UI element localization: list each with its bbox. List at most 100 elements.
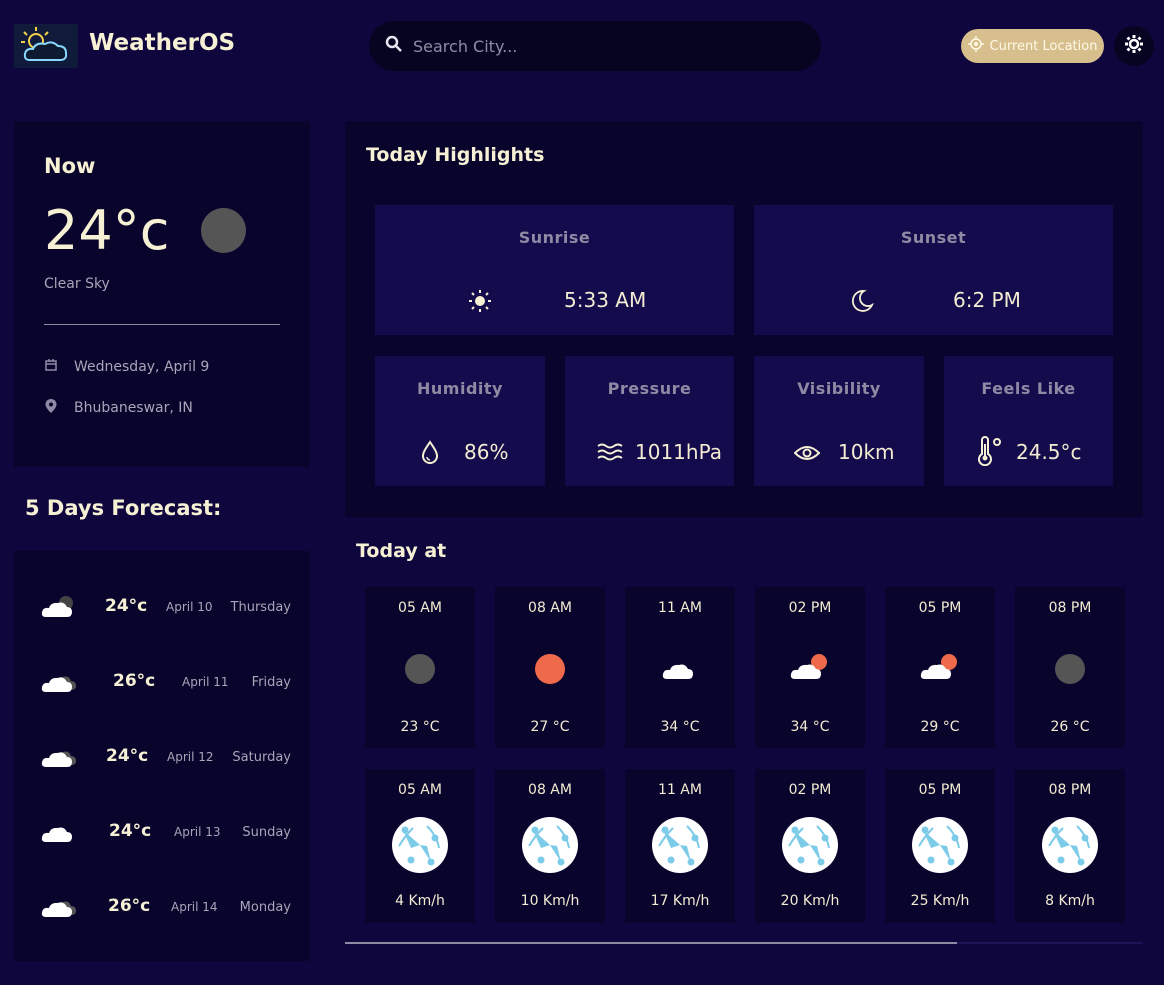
visibility-box: Visibility 10km <box>754 356 924 486</box>
forecast-temp: 26°c <box>113 671 156 691</box>
forecast-date: April 14 <box>171 900 218 914</box>
waves-icon <box>597 442 623 466</box>
humidity-label: Humidity <box>417 379 503 398</box>
hour-time: 02 PM <box>788 600 832 616</box>
hourly-temp-card: 11 AM 34 °C <box>625 587 735 748</box>
forecast-date: April 12 <box>167 750 214 764</box>
hourly-wind-card: 05 PM 25 Km/h <box>885 769 995 923</box>
hour-time: 11 AM <box>658 600 702 616</box>
forecast-temp: 24°c <box>106 746 149 766</box>
forecast-temp: 24°c <box>109 821 152 841</box>
sun-icon <box>468 289 492 317</box>
current-location-button[interactable]: Current Location <box>961 29 1104 63</box>
cloudy-icon <box>41 893 77 923</box>
hour-temp: 34 °C <box>660 719 700 735</box>
wind-speed: 20 Km/h <box>780 893 840 909</box>
visibility-label: Visibility <box>797 379 881 398</box>
search-input[interactable] <box>413 36 793 56</box>
weather-description: Clear Sky <box>44 276 110 292</box>
dark-moon-icon <box>405 654 435 684</box>
forecast-row: 26°c April 11 Friday <box>14 662 310 702</box>
hourly-wind-card: 08 PM 8 Km/h <box>1015 769 1125 923</box>
visibility-value: 10km <box>838 440 895 464</box>
forecast-row: 24°c April 13 Sunday <box>14 812 310 852</box>
wind-direction-icon <box>911 816 969 878</box>
droplet-icon <box>420 440 440 468</box>
forecast-date: April 13 <box>174 825 221 839</box>
hour-time: 08 AM <box>528 782 572 798</box>
forecast-card: 24°c April 10 Thursday 26°c April 11 Fri… <box>14 551 310 961</box>
dark-moon-icon <box>201 208 246 253</box>
forecast-row: 24°c April 10 Thursday <box>14 587 310 627</box>
app-logo <box>14 24 78 68</box>
wind-speed: 8 Km/h <box>1045 893 1095 909</box>
hourly-temp-card: 08 AM 27 °C <box>495 587 605 748</box>
cloud-icon <box>662 655 698 685</box>
current-location-label: Current Location <box>989 38 1098 54</box>
sunrise-label: Sunrise <box>518 228 591 247</box>
feels-like-box: Feels Like 24.5°c <box>944 356 1113 486</box>
hour-temp: 27 °C <box>530 719 570 735</box>
location-pin-icon <box>44 398 58 418</box>
divider <box>44 324 280 325</box>
location-crosshair-icon <box>967 36 984 56</box>
eye-icon <box>793 444 821 466</box>
hour-temp: 26 °C <box>1050 719 1090 735</box>
wind-speed: 25 Km/h <box>910 893 970 909</box>
forecast-day: Saturday <box>232 750 291 765</box>
hour-time: 08 PM <box>1048 782 1092 798</box>
sunset-label: Sunset <box>900 228 967 247</box>
wind-direction-icon <box>391 816 449 878</box>
hour-time: 11 AM <box>658 782 702 798</box>
thermometer-icon <box>976 436 1004 470</box>
hourly-wind-card: 05 AM 4 Km/h <box>365 769 475 923</box>
feels-like-label: Feels Like <box>981 379 1076 398</box>
search-icon <box>385 35 403 57</box>
hourly-temp-card: 02 PM 34 °C <box>755 587 865 748</box>
moon-icon <box>850 289 874 317</box>
today-highlights-card: Today Highlights Sunrise 5:33 AM Sunset … <box>345 121 1143 517</box>
wind-speed: 10 Km/h <box>520 893 580 909</box>
forecast-title: 5 Days Forecast: <box>25 496 222 520</box>
pressure-box: Pressure 1011hPa <box>565 356 734 486</box>
hourly-wind-card: 11 AM 17 Km/h <box>625 769 735 923</box>
wind-direction-icon <box>521 816 579 878</box>
feels-like-value: 24.5°c <box>1016 440 1082 464</box>
humidity-value: 86% <box>464 440 509 464</box>
forecast-date: April 11 <box>182 675 229 689</box>
forecast-day: Thursday <box>230 600 291 615</box>
search-bar[interactable] <box>369 21 821 71</box>
cloudy-icon <box>41 743 77 773</box>
humidity-box: Humidity 86% <box>375 356 545 486</box>
forecast-date: April 10 <box>166 600 213 614</box>
current-date: Wednesday, April 9 <box>74 359 210 375</box>
now-label: Now <box>44 154 96 178</box>
hour-time: 05 AM <box>398 782 442 798</box>
theme-toggle-button[interactable] <box>1114 26 1154 66</box>
forecast-day: Monday <box>239 900 291 915</box>
sunset-time: 6:2 PM <box>953 288 1021 312</box>
horizontal-scrollbar-thumb[interactable] <box>345 942 957 944</box>
forecast-row: 26°c April 14 Monday <box>14 887 310 927</box>
hour-time: 05 AM <box>398 600 442 616</box>
sun-icon <box>535 654 565 684</box>
gear-icon <box>1125 35 1143 57</box>
hour-time: 02 PM <box>788 782 832 798</box>
today-at-title: Today at <box>356 540 447 562</box>
current-weather-card: Now 24°c Clear Sky Wednesday, April 9 Bh… <box>14 121 310 467</box>
hourly-temp-card: 05 PM 29 °C <box>885 587 995 748</box>
hourly-wind-card: 02 PM 20 Km/h <box>755 769 865 923</box>
cloudy-icon <box>41 593 77 623</box>
cloud-icon <box>41 818 77 848</box>
wind-speed: 4 Km/h <box>395 893 445 909</box>
wind-direction-icon <box>651 816 709 878</box>
cloud-sun-icon <box>920 651 960 685</box>
dark-moon-icon <box>1055 654 1085 684</box>
date-row: Wednesday, April 9 <box>44 358 209 376</box>
location-row: Bhubaneswar, IN <box>44 398 193 418</box>
hourly-wind-card: 08 AM 10 Km/h <box>495 769 605 923</box>
wind-speed: 17 Km/h <box>650 893 710 909</box>
pressure-value: 1011hPa <box>635 440 722 464</box>
sunset-box: Sunset 6:2 PM <box>754 205 1113 335</box>
hour-time: 05 PM <box>918 782 962 798</box>
